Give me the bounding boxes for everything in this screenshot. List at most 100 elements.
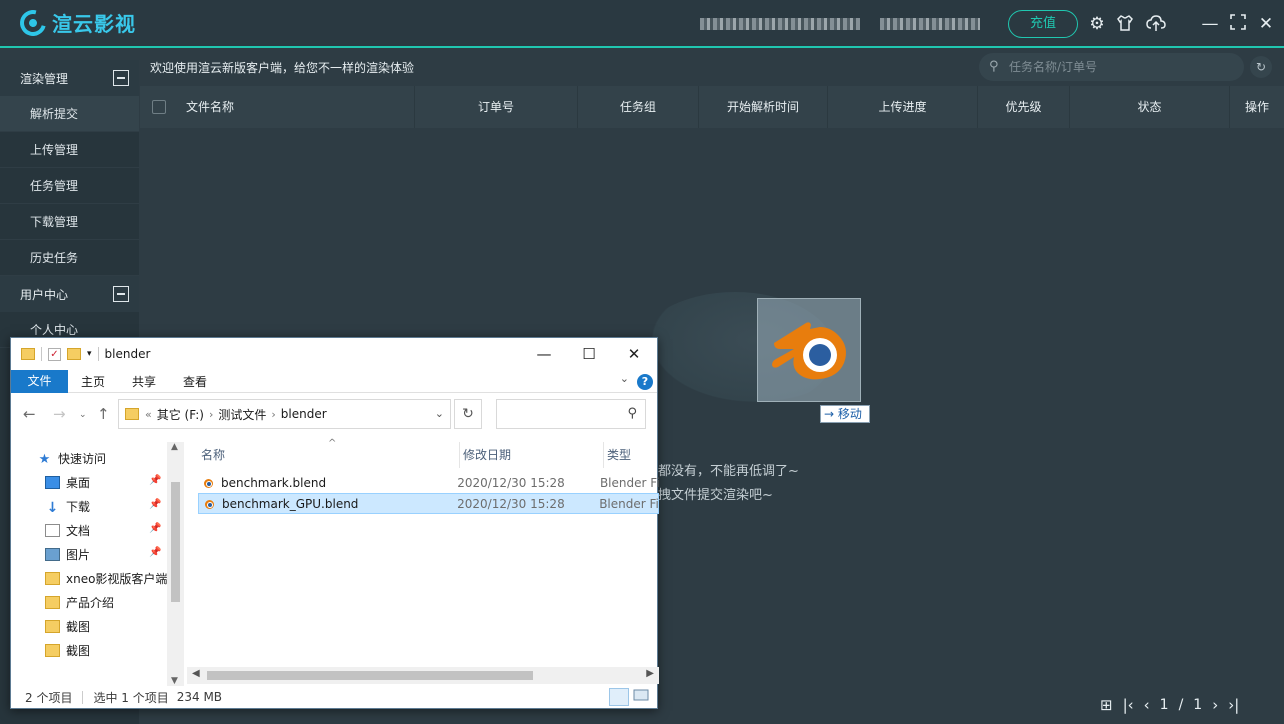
details-view-icon[interactable] [609,688,629,706]
nav-downloads[interactable]: ↓ 下载 📌 [11,494,181,518]
column-name[interactable]: 名称 [198,442,460,468]
file-row[interactable]: benchmark.blend 2020/12/30 15:28 Blender… [198,472,659,493]
nav-folder-product[interactable]: 产品介绍 [11,590,181,614]
sidebar-group-render[interactable]: 渲染管理 [0,60,139,96]
chevron-right-icon[interactable]: › [209,408,213,421]
maximize-icon[interactable]: ☐ [566,338,612,370]
up-icon[interactable]: ↑ [97,405,110,423]
nav-pane-scrollbar[interactable]: ▲ ▼ [167,442,184,686]
new-folder-icon[interactable] [67,348,81,360]
chevron-down-icon[interactable]: ⌄ [435,407,444,420]
group-label: 用户中心 [20,287,69,302]
explorer-search-input[interactable]: ⚲ [496,399,646,429]
column-task-group[interactable]: 任务组 [578,86,699,128]
item-count: 2 个项目 [25,690,73,705]
properties-icon[interactable]: ✓ [48,347,61,361]
column-status[interactable]: 状态 [1070,86,1230,128]
prev-page-icon[interactable]: ‹ [1144,696,1150,714]
column-start-time[interactable]: 开始解析时间 [699,86,828,128]
column-modified[interactable]: 修改日期 [460,442,604,468]
breadcrumb-blender[interactable]: blender [281,407,327,421]
search-placeholder: 任务名称/订单号 [1009,60,1098,74]
sidebar-item-parse-submit[interactable]: 解析提交 [0,96,139,132]
back-icon[interactable]: ← [23,405,36,423]
quick-access-dropdown-icon[interactable]: ▾ [87,349,92,359]
sidebar-item-tasks[interactable]: 任务管理 [0,168,139,204]
pin-icon: 📌 [149,547,162,558]
dragged-file-preview [757,298,861,402]
file-row-selected[interactable]: benchmark_GPU.blend 2020/12/30 15:28 Ble… [198,493,659,514]
star-icon: ★ [38,451,51,467]
chevron-right-icon[interactable]: › [271,408,275,421]
task-search-input[interactable]: ⚲ 任务名称/订单号 [979,53,1244,81]
cloud-upload-icon[interactable] [1146,14,1166,34]
sidebar-item-download[interactable]: 下载管理 [0,204,139,240]
close-icon[interactable]: ✕ [611,338,657,370]
user-balance-blurred [880,18,980,30]
file-name: benchmark_GPU.blend [222,496,359,511]
overflow-icon[interactable]: « [145,408,152,421]
divider [41,347,42,361]
tab-share[interactable]: 共享 [118,373,169,390]
address-bar[interactable]: « 其它 (F:) › 测试文件 › blender ⌄ [118,399,451,429]
column-priority[interactable]: 优先级 [978,86,1070,128]
collapse-icon[interactable] [113,286,129,302]
recharge-button[interactable]: 充值 [1008,10,1078,38]
scroll-up-icon[interactable]: ▲ [171,442,178,452]
next-page-icon[interactable]: › [1212,696,1218,714]
first-page-icon[interactable]: |‹ [1123,696,1134,714]
nav-folder-screenshots-2[interactable]: 截图 [11,638,181,662]
total-pages: 1 [1193,697,1203,713]
nav-folder-client[interactable]: xneo影视版客户端 [11,566,181,590]
recent-locations-icon[interactable]: ⌄ [79,410,87,420]
refresh-icon[interactable]: ↻ [1250,56,1272,78]
expand-ribbon-icon[interactable]: ⌄ [620,372,629,385]
select-all-checkbox[interactable] [152,100,166,114]
scroll-left-icon[interactable]: ◀ [192,668,200,679]
collapse-icon[interactable] [113,70,129,86]
minimize-icon[interactable]: — [521,338,567,370]
brand-name: 渲云影视 [52,12,136,36]
scrollbar-thumb[interactable] [207,671,533,680]
tab-file[interactable]: 文件 [11,369,68,393]
sidebar-group-user[interactable]: 用户中心 [0,276,139,312]
tab-home[interactable]: 主页 [68,373,118,390]
ribbon-tabs: 文件 主页 共享 查看 ⌄ ? [11,369,657,393]
column-order-no[interactable]: 订单号 [415,86,578,128]
file-list-hscrollbar[interactable]: ◀ ▶ [187,667,659,684]
nav-quick-access[interactable]: ★ 快速访问 [11,446,181,470]
scroll-down-icon[interactable]: ▼ [171,676,178,686]
search-icon: ⚲ [627,406,637,421]
nav-documents[interactable]: 文档 📌 [11,518,181,542]
column-file-name[interactable]: 文件名称 [176,86,415,128]
tab-view[interactable]: 查看 [169,373,220,390]
column-actions: 操作 [1244,100,1269,114]
nav-pictures[interactable]: 图片 📌 [11,542,181,566]
selection-count: 选中 1 个项目 [93,690,169,705]
sidebar-item-history[interactable]: 历史任务 [0,240,139,276]
column-upload-progress[interactable]: 上传进度 [828,86,978,128]
scroll-right-icon[interactable]: ▶ [646,668,654,679]
refresh-icon[interactable]: ↻ [454,399,482,429]
sidebar-item-upload[interactable]: 上传管理 [0,132,139,168]
logo-icon [15,4,51,41]
last-page-icon[interactable]: ›| [1228,696,1239,714]
forward-icon[interactable]: → [53,405,66,423]
nav-label: 产品介绍 [66,595,115,610]
close-icon[interactable]: ✕ [1256,14,1276,34]
app-logo: 渲云影视 [15,4,136,41]
breadcrumb-drive[interactable]: 其它 (F:) [157,406,204,423]
column-type[interactable]: 类型 [604,442,658,468]
help-icon[interactable]: ? [637,374,653,390]
minimize-icon[interactable]: — [1200,14,1220,34]
desktop-icon [45,475,60,489]
nav-folder-screenshots[interactable]: 截图 [11,614,181,638]
large-icons-view-icon[interactable] [633,688,653,706]
maximize-icon[interactable] [1228,14,1248,34]
gear-icon[interactable]: ⚙ [1087,14,1107,34]
grid-view-icon[interactable]: ⊞ [1100,696,1113,714]
nav-desktop[interactable]: 桌面 📌 [11,470,181,494]
breadcrumb-test-files[interactable]: 测试文件 [218,406,266,423]
scrollbar-thumb[interactable] [171,482,180,602]
shirt-icon[interactable] [1115,14,1135,34]
